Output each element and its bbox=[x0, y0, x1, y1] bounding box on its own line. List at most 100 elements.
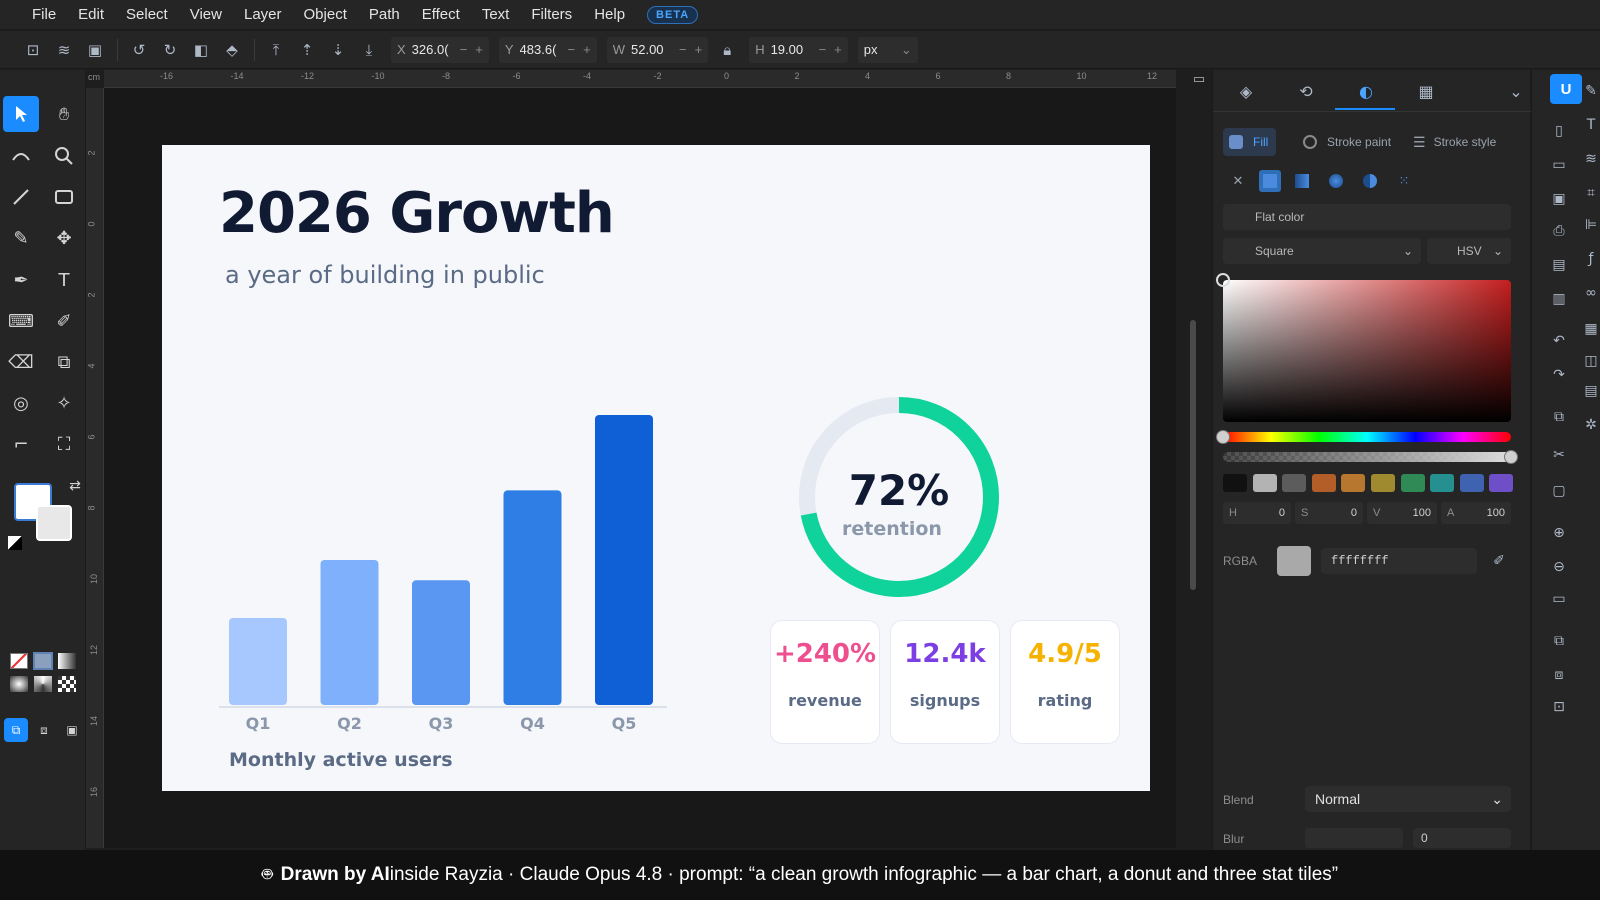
line-tool-icon[interactable] bbox=[3, 179, 39, 215]
link-icon[interactable]: ∞ bbox=[1582, 284, 1600, 302]
node-tool-icon[interactable] bbox=[3, 138, 39, 174]
linear-gradient-icon[interactable] bbox=[1291, 170, 1313, 192]
shape-builder-icon[interactable]: ⧉ bbox=[46, 344, 82, 380]
s-value[interactable]: 0 bbox=[1351, 507, 1357, 519]
saturation-value-picker[interactable] bbox=[1223, 280, 1511, 422]
x-increment-button[interactable]: + bbox=[475, 42, 483, 57]
zoom-out-icon[interactable]: ⊖ bbox=[1550, 558, 1568, 576]
menu-view[interactable]: View bbox=[190, 6, 222, 23]
default-colors-icon[interactable] bbox=[8, 536, 22, 550]
flip-horizontal-icon[interactable]: ◧ bbox=[192, 41, 210, 59]
rectangle-tool-icon[interactable] bbox=[46, 179, 82, 215]
v-value[interactable]: 100 bbox=[1413, 507, 1431, 519]
stroke-color-swatch[interactable] bbox=[36, 505, 72, 541]
color-swatch[interactable] bbox=[1400, 474, 1425, 492]
color-swatch[interactable] bbox=[1371, 474, 1395, 492]
layers-icon[interactable]: ≋ bbox=[1582, 150, 1600, 168]
width-increment-button[interactable]: + bbox=[695, 42, 703, 57]
export-icon[interactable]: ▥ bbox=[1550, 290, 1568, 308]
magic-wand-icon[interactable]: ✧ bbox=[46, 385, 82, 421]
color-swatch[interactable] bbox=[1311, 474, 1336, 492]
connector-tool-icon[interactable]: ⌐ bbox=[3, 426, 39, 462]
x-decrement-button[interactable]: − bbox=[460, 42, 468, 57]
clone-icon[interactable]: ⧈ bbox=[1550, 666, 1568, 684]
artboard[interactable]: 2026 Growth a year of building in public… bbox=[162, 145, 1150, 791]
xml-editor-icon[interactable]: ⌗ bbox=[1582, 184, 1600, 202]
rotate-ccw-icon[interactable]: ↺ bbox=[130, 41, 148, 59]
tab-objects-icon[interactable]: ▦ bbox=[1413, 78, 1439, 104]
artboard-tool-icon[interactable]: ⛶ bbox=[46, 426, 82, 462]
y-increment-button[interactable]: + bbox=[583, 42, 591, 57]
color-model-select[interactable]: HSV ⌄ bbox=[1427, 238, 1511, 264]
menu-effect[interactable]: Effect bbox=[422, 6, 460, 23]
new-document-icon[interactable]: ▯ bbox=[1550, 122, 1568, 140]
width-decrement-button[interactable]: − bbox=[679, 42, 687, 57]
text-icon[interactable]: T bbox=[1582, 116, 1600, 134]
lock-ratio-icon[interactable]: 🔒︎ bbox=[718, 41, 736, 59]
alpha-slider-handle[interactable] bbox=[1504, 450, 1518, 464]
cut-icon[interactable]: ✂ bbox=[1550, 446, 1568, 464]
redo-icon[interactable]: ↷ bbox=[1550, 366, 1568, 384]
picker-shape-select[interactable]: Square ⌄ bbox=[1223, 238, 1421, 264]
linear-gradient-icon[interactable] bbox=[58, 653, 76, 669]
menu-file[interactable]: File bbox=[32, 6, 56, 23]
menu-select[interactable]: Select bbox=[126, 6, 168, 23]
hand-tool-icon[interactable]: ✋︎ bbox=[46, 96, 82, 132]
h-value[interactable]: 0 bbox=[1279, 507, 1285, 519]
select-all-icon[interactable]: ⊡ bbox=[24, 41, 42, 59]
pattern-icon[interactable]: ⁙ bbox=[1393, 170, 1415, 192]
rgba-input[interactable]: ffffffff bbox=[1321, 548, 1477, 574]
symbols-icon[interactable]: ◫ bbox=[1582, 352, 1600, 370]
copy-icon[interactable]: ⧉ bbox=[1550, 408, 1568, 426]
y-field[interactable]: Y 483.6( − + bbox=[498, 36, 597, 63]
color-swatch[interactable] bbox=[1223, 474, 1247, 492]
panel-menu-chevron-icon[interactable]: ⌄ bbox=[1503, 78, 1529, 104]
zoom-tool-icon[interactable] bbox=[46, 138, 82, 174]
document-props-icon[interactable]: ▤ bbox=[1582, 382, 1600, 400]
conic-gradient-icon[interactable] bbox=[34, 676, 52, 692]
h-field[interactable]: H0 bbox=[1223, 502, 1291, 524]
menu-edit[interactable]: Edit bbox=[78, 6, 104, 23]
flip-vertical-icon[interactable]: ⬘ bbox=[223, 41, 241, 59]
print-icon[interactable]: ⎙ bbox=[1550, 222, 1568, 240]
raise-to-top-icon[interactable]: ⤒ bbox=[267, 41, 285, 59]
sv-picker-handle[interactable] bbox=[1216, 273, 1230, 287]
menu-filters[interactable]: Filters bbox=[531, 6, 572, 23]
menu-help[interactable]: Help bbox=[594, 6, 625, 23]
color-swatch[interactable] bbox=[1430, 474, 1455, 492]
a-field[interactable]: A 100 bbox=[1441, 502, 1511, 524]
radial-gradient-icon[interactable] bbox=[10, 676, 28, 692]
grid-icon[interactable]: ▦ bbox=[1582, 320, 1600, 338]
alpha-slider[interactable] bbox=[1223, 452, 1511, 462]
text-tool-icon[interactable]: T bbox=[46, 262, 82, 298]
radial-gradient-icon[interactable] bbox=[1325, 170, 1347, 192]
open-folder-icon[interactable]: ▭ bbox=[1550, 156, 1568, 174]
pencil-tool-icon[interactable]: ✎ bbox=[3, 220, 39, 256]
height-decrement-button[interactable]: − bbox=[819, 42, 827, 57]
preferences-icon[interactable]: ✲ bbox=[1582, 416, 1600, 434]
font-icon[interactable]: ƒ bbox=[1582, 250, 1600, 268]
x-field[interactable]: X 326.0( − + bbox=[391, 36, 489, 63]
eyedropper-icon[interactable]: ✐ bbox=[1487, 548, 1511, 574]
dropper-tool-icon[interactable]: ✐ bbox=[46, 303, 82, 339]
hue-slider-handle[interactable] bbox=[1216, 430, 1230, 444]
x-value[interactable]: 326.0( bbox=[412, 42, 452, 57]
unit-select[interactable]: px ⌄ bbox=[857, 36, 918, 63]
color-swatch[interactable] bbox=[1282, 474, 1307, 492]
import-icon[interactable]: ▤ bbox=[1550, 256, 1568, 274]
color-swatch[interactable] bbox=[1489, 474, 1514, 492]
y-decrement-button[interactable]: − bbox=[568, 42, 576, 57]
swap-colors-icon[interactable]: ⇄ bbox=[64, 475, 86, 497]
tab-stroke-paint[interactable]: Stroke paint bbox=[1303, 128, 1391, 156]
keyboard-tool-icon[interactable]: ⌨︎ bbox=[3, 303, 39, 339]
no-paint-icon[interactable] bbox=[10, 653, 28, 669]
save-icon[interactable]: ▣ bbox=[1550, 190, 1568, 208]
snap-bbox-icon[interactable]: ▣ bbox=[60, 718, 84, 742]
flat-color-icon[interactable] bbox=[1259, 170, 1281, 192]
move-tool-icon[interactable]: ✥ bbox=[46, 220, 82, 256]
tab-history-icon[interactable]: ⟲ bbox=[1293, 78, 1319, 104]
blur-slider[interactable] bbox=[1305, 828, 1403, 848]
width-value[interactable]: 52.00 bbox=[631, 42, 671, 57]
group-icon[interactable]: ⊡ bbox=[1550, 698, 1568, 716]
tab-fill-stroke-icon[interactable]: ◐ bbox=[1353, 78, 1379, 104]
